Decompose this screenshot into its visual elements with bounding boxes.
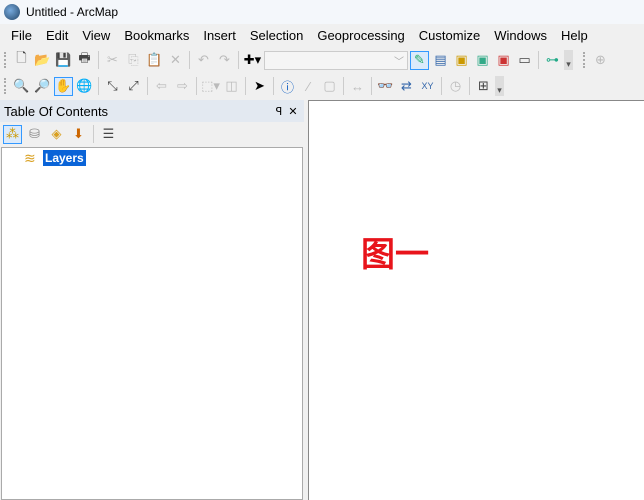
zoom-out-icon[interactable]: 🔎 bbox=[33, 77, 52, 96]
toolbar-grip[interactable] bbox=[4, 78, 7, 94]
save-icon[interactable]: 💾 bbox=[54, 51, 73, 70]
list-by-visibility-icon[interactable]: ◈ bbox=[47, 125, 66, 144]
menu-bar: File Edit View Bookmarks Insert Selectio… bbox=[0, 24, 644, 46]
separator bbox=[371, 77, 372, 95]
standard-toolbar: 🗋 📂 💾 🖶 ✂ ⎘ 📋 ✕ ↶ ↷ ✚▾ ﹀ ✎ ▤ ▣ ▣ ▣ ▭ ⊶ ▾… bbox=[0, 48, 610, 72]
map-annotation: 图一 bbox=[361, 235, 429, 275]
separator bbox=[147, 77, 148, 95]
chevron-down-icon: ﹀ bbox=[394, 56, 404, 68]
separator bbox=[98, 51, 99, 69]
menu-windows[interactable]: Windows bbox=[487, 28, 554, 43]
toc-header: Table Of Contents ꟼ ✕ bbox=[0, 100, 304, 122]
arcmap-logo-icon bbox=[4, 4, 20, 20]
catalog-icon[interactable]: ▣ bbox=[452, 51, 471, 70]
menu-bookmarks[interactable]: Bookmarks bbox=[117, 28, 196, 43]
toolbar-options-icon[interactable]: ▾ bbox=[564, 50, 573, 70]
pin-icon[interactable]: ꟼ bbox=[272, 105, 286, 118]
table-of-contents-panel: Table Of Contents ꟼ ✕ ⁂ ⛁ ◈ ⬇ ☰ ≋ Layers bbox=[0, 100, 304, 500]
separator bbox=[441, 77, 442, 95]
open-folder-icon[interactable]: 📂 bbox=[33, 51, 52, 70]
python-window-icon[interactable]: ▭ bbox=[515, 51, 534, 70]
fixed-zoom-in-icon[interactable]: ⤡ bbox=[103, 77, 122, 96]
new-document-icon[interactable]: 🗋 bbox=[12, 50, 31, 70]
list-by-source-icon[interactable]: ⛁ bbox=[25, 125, 44, 144]
redo-icon[interactable]: ↷ bbox=[215, 51, 234, 70]
toolbar-grip[interactable] bbox=[583, 52, 586, 68]
select-features-icon[interactable]: ⬚▾ bbox=[201, 77, 220, 96]
menu-insert[interactable]: Insert bbox=[196, 28, 243, 43]
table-of-contents-icon[interactable]: ▤ bbox=[431, 51, 450, 70]
separator bbox=[245, 77, 246, 95]
separator bbox=[469, 77, 470, 95]
separator bbox=[273, 77, 274, 95]
copy-icon[interactable]: ⎘ bbox=[124, 51, 143, 70]
menu-geoprocessing[interactable]: Geoprocessing bbox=[310, 28, 411, 43]
measure-icon[interactable]: ↔ bbox=[348, 77, 367, 96]
list-by-selection-icon[interactable]: ⬇ bbox=[69, 125, 88, 144]
toolbar-grip[interactable] bbox=[4, 52, 7, 68]
paste-icon[interactable]: 📋 bbox=[145, 51, 164, 70]
toc-tree: ≋ Layers bbox=[1, 147, 303, 500]
forward-arrow-icon[interactable]: ⇨ bbox=[173, 77, 192, 96]
menu-file[interactable]: File bbox=[4, 28, 39, 43]
hyperlink-icon[interactable]: ⁄ bbox=[299, 77, 318, 96]
full-extent-globe-icon[interactable]: 🌐 bbox=[75, 77, 94, 96]
separator bbox=[538, 51, 539, 69]
close-icon[interactable]: ✕ bbox=[286, 105, 300, 118]
separator bbox=[189, 51, 190, 69]
search-window-icon[interactable]: ▣ bbox=[473, 51, 492, 70]
list-by-drawing-order-icon[interactable]: ⁂ bbox=[3, 124, 22, 144]
editor-toolbar-icon[interactable]: ✎ bbox=[410, 50, 429, 70]
separator bbox=[98, 77, 99, 95]
separator bbox=[343, 77, 344, 95]
delete-icon[interactable]: ✕ bbox=[166, 51, 185, 70]
tools-toolbar: 🔍 🔎 ✋ 🌐 ⤡ ⤢ ⇦ ⇨ ⬚▾ ◫ ➤ ⓘ ⁄ ▢ ↔ 👓 ⇄ XY ◷ … bbox=[0, 74, 504, 98]
toolbar-options-icon[interactable]: ▾ bbox=[495, 76, 504, 96]
fixed-zoom-in-icon[interactable]: ⊕ bbox=[591, 51, 610, 70]
layers-label[interactable]: Layers bbox=[43, 150, 86, 166]
add-data-icon[interactable]: ✚▾ bbox=[243, 51, 262, 70]
menu-edit[interactable]: Edit bbox=[39, 28, 75, 43]
toc-toolbar: ⁂ ⛁ ◈ ⬇ ☰ bbox=[0, 122, 304, 146]
create-viewer-window-icon[interactable]: ⊞ bbox=[474, 77, 493, 96]
pan-hand-icon[interactable]: ✋ bbox=[54, 76, 73, 96]
options-icon[interactable]: ☰ bbox=[99, 125, 118, 144]
select-elements-arrow-icon[interactable]: ➤ bbox=[250, 77, 269, 96]
separator bbox=[196, 77, 197, 95]
menu-customize[interactable]: Customize bbox=[412, 28, 487, 43]
title-bar: Untitled - ArcMap bbox=[0, 0, 644, 24]
menu-help[interactable]: Help bbox=[554, 28, 595, 43]
html-popup-icon[interactable]: ▢ bbox=[320, 77, 339, 96]
clear-selection-icon[interactable]: ◫ bbox=[222, 77, 241, 96]
find-binoculars-icon[interactable]: 👓 bbox=[376, 77, 395, 96]
undo-icon[interactable]: ↶ bbox=[194, 51, 213, 70]
cut-icon[interactable]: ✂ bbox=[103, 51, 122, 70]
zoom-in-icon[interactable]: 🔍 bbox=[12, 77, 31, 96]
print-icon[interactable]: 🖶 bbox=[75, 50, 94, 70]
separator bbox=[93, 125, 94, 143]
map-scale-combo[interactable]: ﹀ bbox=[264, 50, 408, 70]
go-to-xy-icon[interactable]: XY bbox=[418, 77, 437, 96]
menu-view[interactable]: View bbox=[75, 28, 117, 43]
find-route-icon[interactable]: ⇄ bbox=[397, 77, 416, 96]
separator bbox=[238, 51, 239, 69]
back-arrow-icon[interactable]: ⇦ bbox=[152, 77, 171, 96]
layers-stack-icon: ≋ bbox=[24, 150, 36, 166]
fixed-zoom-out-icon[interactable]: ⤢ bbox=[124, 77, 143, 96]
time-slider-icon[interactable]: ◷ bbox=[446, 77, 465, 96]
identify-info-icon[interactable]: ⓘ bbox=[278, 77, 297, 96]
arctoolbox-icon[interactable]: ▣ bbox=[494, 51, 513, 70]
map-display[interactable]: 图一 bbox=[308, 100, 644, 500]
model-builder-icon[interactable]: ⊶ bbox=[543, 51, 562, 70]
window-title: Untitled - ArcMap bbox=[26, 5, 119, 19]
toc-title: Table Of Contents bbox=[4, 103, 109, 119]
menu-selection[interactable]: Selection bbox=[243, 28, 310, 43]
layers-data-frame[interactable]: ≋ Layers bbox=[24, 150, 86, 166]
